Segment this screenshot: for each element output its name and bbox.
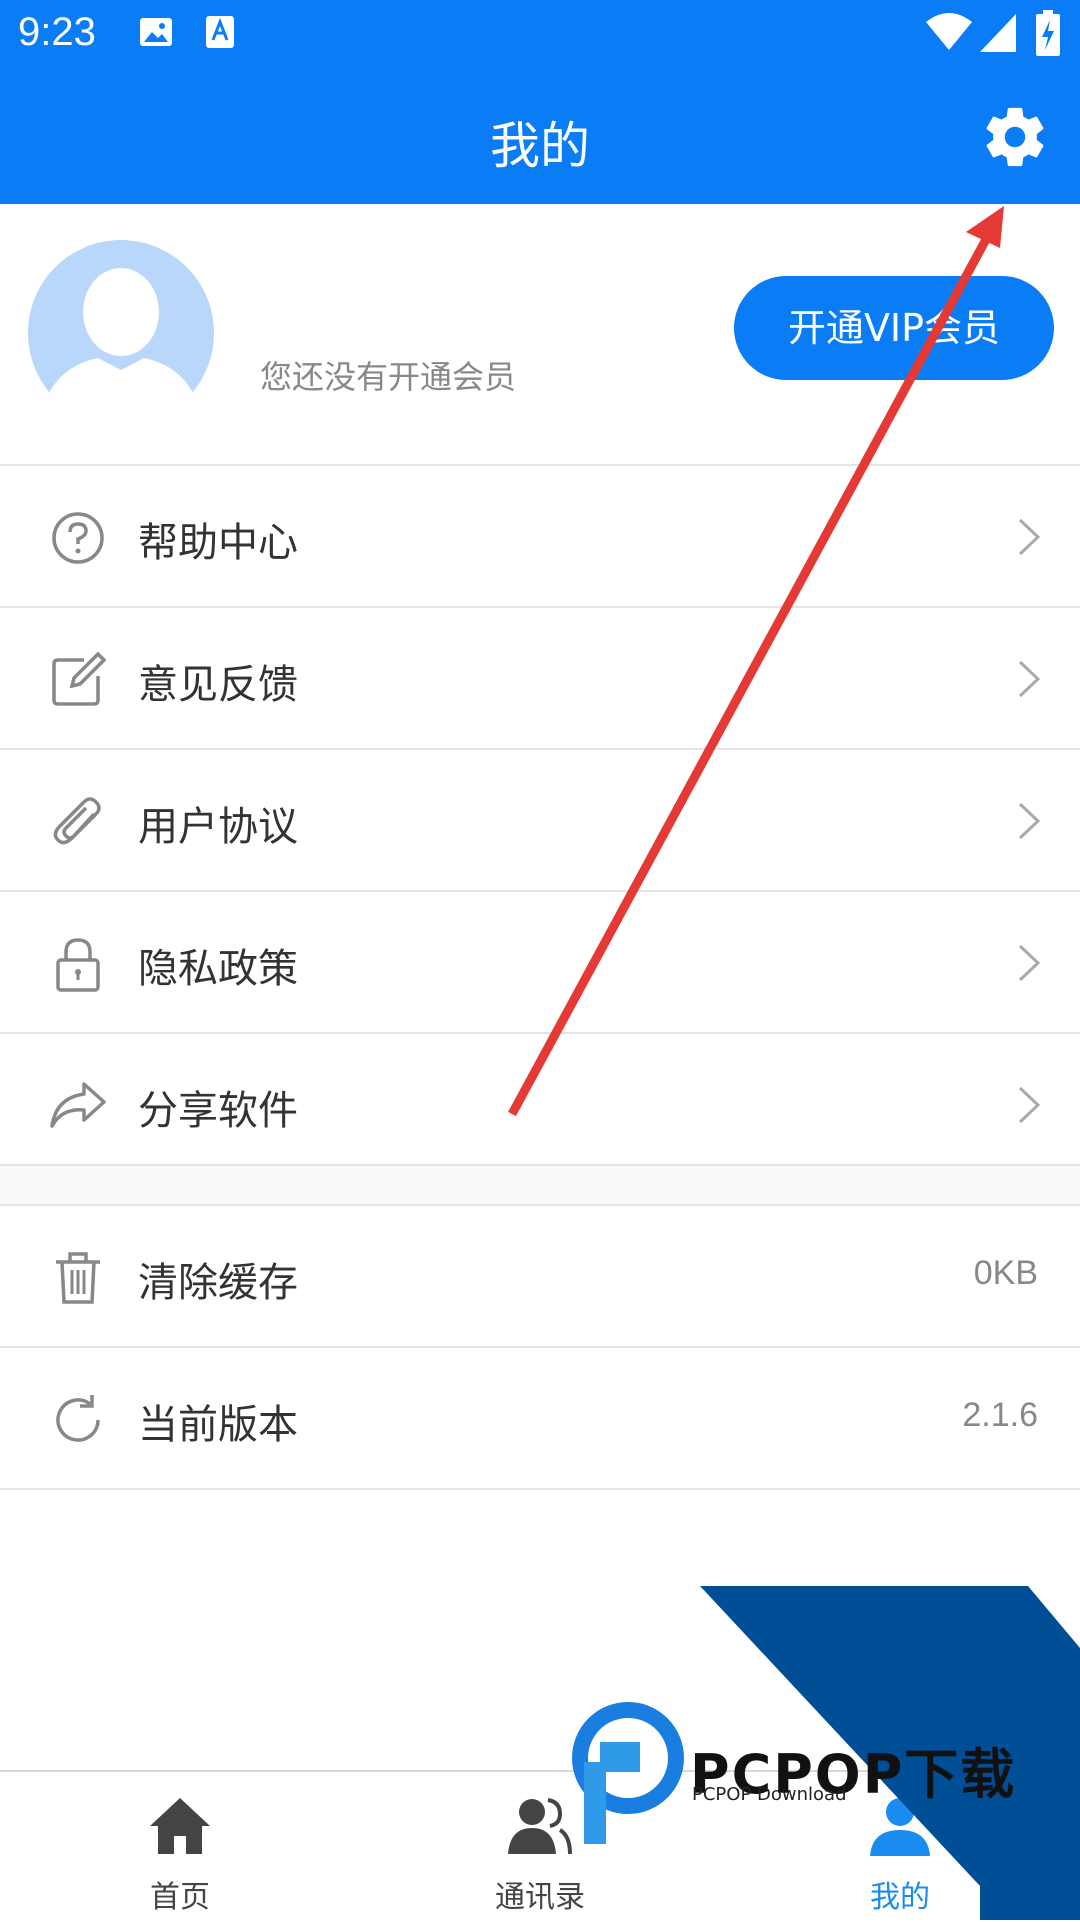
lock-icon (56, 938, 100, 992)
tab-label: 我的 (870, 1880, 930, 1915)
menu-item-user-agreement[interactable]: 用户协议 (0, 750, 1080, 890)
chevron-right-icon (1018, 660, 1041, 698)
chevron-right-icon (1018, 1086, 1041, 1124)
app-header: 我的 (0, 72, 1080, 204)
member-status-text: 您还没有开通会员 (260, 358, 517, 396)
status-bar: 9:23 (0, 0, 1080, 72)
refresh-icon (56, 1395, 100, 1442)
profile-section: 您还没有开通会员 开通VIP会员 (0, 204, 1080, 464)
menu-item-label: 用户协议 (138, 804, 298, 850)
menu-item-feedback[interactable]: 意见反馈 (0, 608, 1080, 748)
menu-item-label: 意见反馈 (138, 662, 298, 708)
share-icon (50, 1082, 106, 1128)
help-circle-icon (52, 512, 104, 564)
menu-item-help-center[interactable]: 帮助中心 (0, 466, 1080, 606)
tab-label: 通讯录 (495, 1880, 585, 1915)
section-gap (0, 1166, 1080, 1206)
cellular-signal-icon (980, 14, 1016, 52)
menu-item-current-version[interactable]: 当前版本 2.1.6 (0, 1348, 1080, 1488)
default-avatar-icon (38, 268, 204, 426)
avatar[interactable] (28, 240, 214, 426)
page-title: 我的 (490, 117, 590, 175)
wifi-icon (926, 13, 972, 50)
menu-item-label: 清除缓存 (138, 1260, 298, 1306)
menu-item-label: 当前版本 (138, 1402, 298, 1448)
tab-mine[interactable]: 我的 (720, 1772, 1080, 1922)
chevron-right-icon (1018, 518, 1041, 556)
open-vip-button[interactable]: 开通VIP会员 (734, 276, 1054, 380)
menu-item-share-app[interactable]: 分享软件 (0, 1034, 1080, 1174)
menu-item-label: 分享软件 (138, 1088, 298, 1134)
menu-item-label: 帮助中心 (138, 520, 298, 566)
tab-home[interactable]: 首页 (0, 1772, 360, 1922)
edit-icon (52, 652, 106, 706)
menu-item-clear-cache[interactable]: 清除缓存 0KB (0, 1206, 1080, 1346)
tab-contacts[interactable]: 通讯录 (360, 1772, 720, 1922)
cache-size-value: 0KB (973, 1254, 1038, 1292)
divider (0, 1488, 1080, 1490)
menu-item-label: 隐私政策 (138, 946, 298, 992)
battery-icon (1036, 10, 1060, 56)
image-notification-icon (140, 18, 172, 46)
tab-label: 首页 (150, 1880, 210, 1915)
status-time: 9:23 (18, 10, 96, 54)
paperclip-icon (53, 797, 101, 845)
chevron-right-icon (1018, 802, 1041, 840)
home-icon (150, 1798, 210, 1854)
bottom-tab-bar: 首页 通讯录 我的 (0, 1770, 1080, 1922)
person-icon (870, 1798, 930, 1856)
trash-icon (56, 1252, 100, 1304)
settings-gear-icon[interactable] (980, 102, 1050, 172)
menu-item-privacy-policy[interactable]: 隐私政策 (0, 892, 1080, 1032)
version-value: 2.1.6 (962, 1396, 1038, 1434)
chevron-right-icon (1018, 944, 1041, 982)
app-notification-icon (206, 16, 234, 48)
contacts-icon (508, 1798, 572, 1855)
